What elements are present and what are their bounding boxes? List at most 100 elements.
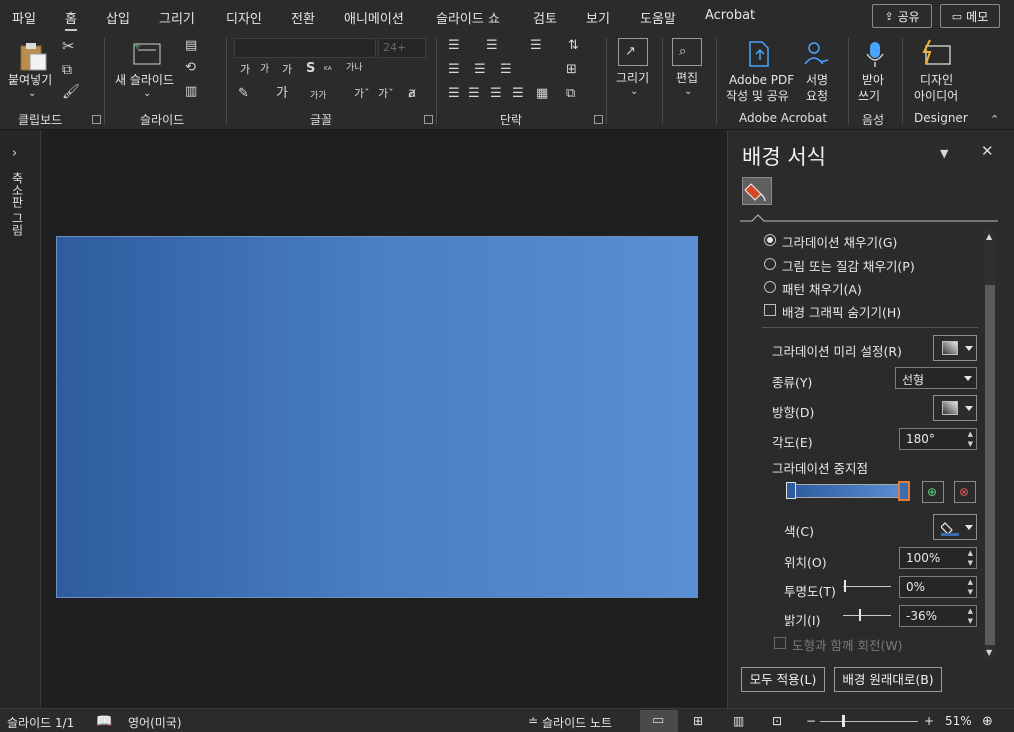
normal-view-button[interactable]: ▭ bbox=[640, 710, 678, 732]
rotate-with-shape-checkbox[interactable] bbox=[774, 637, 786, 649]
justify-icon[interactable]: ☰ bbox=[512, 86, 524, 102]
preset-dropdown[interactable] bbox=[933, 335, 977, 361]
tab-file[interactable]: 파일 bbox=[12, 8, 36, 27]
copy-icon[interactable]: ⧉ bbox=[62, 62, 72, 78]
align-left-icon[interactable]: ☰ bbox=[448, 86, 460, 102]
phonetic-icon[interactable]: 가나 bbox=[346, 60, 363, 76]
section-icon[interactable]: ▥ bbox=[185, 84, 197, 100]
gradient-fill-label[interactable]: 그라데이션 채우기(G) bbox=[782, 232, 897, 251]
language-status[interactable]: 영어(미국) bbox=[128, 714, 182, 731]
brightness-spinner[interactable]: -36% ▲ ▼ bbox=[899, 605, 977, 627]
pattern-fill-label[interactable]: 패턴 채우기(A) bbox=[782, 279, 862, 298]
reading-view-icon[interactable]: ▥ bbox=[733, 714, 744, 728]
reset-icon[interactable]: ⟲ bbox=[185, 60, 196, 76]
clipboard-launcher-icon[interactable] bbox=[92, 115, 101, 124]
tab-design[interactable]: 디자인 bbox=[226, 8, 262, 27]
angle-spinner[interactable]: 180° ▲ ▼ bbox=[899, 428, 977, 450]
spinner-arrows-icon[interactable]: ▲ ▼ bbox=[968, 429, 973, 449]
brightness-slider[interactable] bbox=[843, 615, 891, 616]
transparency-slider[interactable] bbox=[843, 586, 891, 587]
paste-button[interactable] bbox=[18, 40, 48, 72]
design-ideas-button[interactable] bbox=[920, 38, 952, 68]
pane-options-chevron-icon[interactable]: ▼ bbox=[940, 146, 948, 162]
hide-bg-graphics-checkbox[interactable] bbox=[764, 304, 776, 316]
zoom-slider-thumb[interactable] bbox=[842, 715, 845, 727]
tab-view[interactable]: 보기 bbox=[586, 8, 610, 27]
drawing-button[interactable]: ↗ bbox=[618, 38, 648, 66]
line-spacing-icon[interactable]: ☰ bbox=[530, 38, 542, 54]
gradient-stops-bar[interactable] bbox=[786, 481, 912, 503]
smartart-icon[interactable]: ⧉ bbox=[566, 86, 575, 102]
fit-to-window-icon[interactable]: ⊕ bbox=[982, 714, 993, 729]
increase-indent-icon[interactable]: ☰ bbox=[474, 62, 486, 78]
align-text-icon[interactable]: ⊞ bbox=[566, 62, 577, 78]
font-size-field[interactable]: 24+ bbox=[378, 38, 426, 58]
text-effects-icon[interactable]: ⱥ bbox=[408, 86, 416, 102]
slide-sorter-icon[interactable]: ⊞ bbox=[693, 714, 703, 728]
bullets-icon[interactable]: ☰ bbox=[448, 38, 460, 54]
tab-transitions[interactable]: 전환 bbox=[291, 8, 315, 27]
tab-draw[interactable]: 그리기 bbox=[159, 8, 195, 27]
tab-home[interactable]: 홈 bbox=[65, 8, 77, 31]
slideshow-icon[interactable]: ⊡ bbox=[772, 714, 782, 728]
zoom-slider[interactable] bbox=[820, 721, 918, 722]
align-center-icon[interactable]: ☰ bbox=[468, 86, 480, 102]
zoom-out-icon[interactable]: − bbox=[806, 714, 816, 728]
dictate-button[interactable] bbox=[864, 40, 886, 68]
gradient-fill-radio[interactable] bbox=[764, 234, 776, 246]
thumbnail-strip-label[interactable]: 축소판 그림 bbox=[9, 172, 26, 236]
strike-s-icon[interactable]: S bbox=[306, 61, 315, 77]
color-dropdown[interactable] bbox=[933, 514, 977, 540]
spinner-arrows-icon[interactable]: ▲ ▼ bbox=[968, 548, 973, 568]
distributed-icon[interactable]: ▦ bbox=[536, 86, 548, 102]
decrease-font-icon[interactable]: 가 bbox=[260, 62, 269, 78]
paragraph-launcher-icon[interactable] bbox=[594, 115, 603, 124]
clear-format-icon[interactable]: 가 bbox=[282, 62, 292, 78]
scroll-thumb[interactable] bbox=[985, 285, 995, 645]
picture-fill-label[interactable]: 그림 또는 질감 채우기(P) bbox=[782, 256, 915, 275]
tab-insert[interactable]: 삽입 bbox=[106, 8, 130, 27]
remove-stop-button[interactable]: ⊗ bbox=[954, 481, 976, 503]
position-spinner[interactable]: 100% ▲ ▼ bbox=[899, 547, 977, 569]
create-pdf-button[interactable] bbox=[746, 40, 772, 68]
zoom-in-icon[interactable]: + bbox=[924, 714, 934, 728]
expand-chevron-icon[interactable]: › bbox=[12, 146, 17, 162]
apply-all-button[interactable]: 모두 적용(L) bbox=[741, 667, 825, 692]
request-signature-button[interactable] bbox=[802, 40, 832, 68]
editing-button[interactable]: ⌕ bbox=[672, 38, 702, 66]
brightness-slider-thumb[interactable] bbox=[859, 609, 861, 621]
memo-button[interactable]: ▭ 메모 bbox=[940, 4, 1000, 28]
scroll-down-icon[interactable]: ▼ bbox=[986, 645, 992, 661]
new-slide-button[interactable]: + bbox=[132, 40, 162, 66]
transparency-spinner[interactable]: 0% ▲ ▼ bbox=[899, 576, 977, 598]
type-select[interactable]: 선형 bbox=[895, 367, 977, 389]
font-launcher-icon[interactable] bbox=[424, 115, 433, 124]
collapse-ribbon-icon[interactable]: ⌃ bbox=[990, 112, 999, 128]
share-button[interactable]: ⇪ 공유 bbox=[872, 4, 932, 28]
transparency-slider-thumb[interactable] bbox=[844, 580, 846, 592]
tab-help[interactable]: 도움말 bbox=[640, 8, 676, 27]
zoom-level[interactable]: 51% bbox=[945, 714, 972, 728]
picture-fill-radio[interactable] bbox=[764, 258, 776, 270]
scroll-up-icon[interactable]: ▲ bbox=[986, 229, 992, 245]
layout-icon[interactable]: ▤ bbox=[185, 38, 197, 54]
format-painter-icon[interactable]: 🖌 bbox=[62, 84, 80, 100]
gradient-stop-start[interactable] bbox=[786, 482, 796, 499]
tab-review[interactable]: 검토 bbox=[533, 8, 557, 27]
text-direction-icon[interactable]: ⇅ bbox=[568, 38, 579, 54]
spinner-arrows-icon[interactable]: ▲ ▼ bbox=[968, 606, 973, 626]
columns-icon[interactable]: ☰ bbox=[500, 62, 512, 78]
char-spacing-icon[interactable]: ᴷᴬ bbox=[324, 63, 332, 79]
spinner-arrows-icon[interactable]: ▲ ▼ bbox=[968, 577, 973, 597]
hide-bg-graphics-label[interactable]: 배경 그래픽 숨기기(H) bbox=[782, 302, 901, 321]
increase-font-icon[interactable]: 가 bbox=[240, 62, 250, 78]
decrease-indent-icon[interactable]: ☰ bbox=[448, 62, 460, 78]
gradient-stop-end-selected[interactable] bbox=[898, 481, 910, 501]
direction-dropdown[interactable] bbox=[933, 395, 977, 421]
align-right-icon[interactable]: ☰ bbox=[490, 86, 502, 102]
highlight-icon[interactable]: ✎ bbox=[238, 86, 249, 102]
pane-scrollbar[interactable]: ▲ ▼ bbox=[984, 229, 996, 659]
reset-background-button[interactable]: 배경 원래대로(B) bbox=[834, 667, 942, 692]
tab-acrobat[interactable]: Acrobat bbox=[705, 8, 755, 23]
slide[interactable] bbox=[56, 236, 698, 598]
